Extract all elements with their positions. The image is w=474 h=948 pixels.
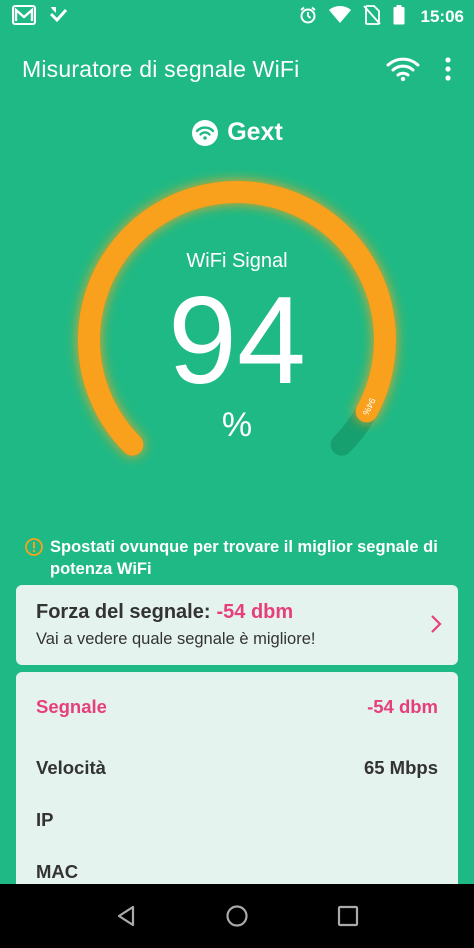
strength-label: Forza del segnale:: [36, 601, 211, 623]
app-title: Misuratore di segnale WiFi: [22, 55, 300, 82]
no-sim-icon: [362, 4, 381, 30]
gauge-label: WiFi Signal: [186, 250, 288, 272]
gauge-unit: %: [221, 406, 253, 444]
strength-title: Forza del segnale: -54 dbm: [36, 601, 438, 624]
detail-row-signal: Segnale -54 dbm: [36, 690, 438, 724]
home-circle-icon: [226, 905, 248, 927]
wifi-circle-icon: [192, 119, 219, 146]
strength-value: -54 dbm: [216, 601, 294, 623]
app-actions: [386, 56, 452, 82]
nav-home-button[interactable]: [212, 891, 262, 941]
detail-label: Velocità: [36, 757, 106, 778]
detail-row-ip: IP: [36, 794, 438, 846]
back-triangle-icon: [117, 905, 134, 927]
check-icon: [48, 5, 68, 30]
detail-row-speed: Velocità 65 Mbps: [36, 742, 438, 794]
status-system: 15:06: [299, 4, 464, 30]
recents-square-icon: [338, 905, 359, 927]
info-icon: [25, 538, 43, 556]
details-card: Segnale -54 dbm Velocità 65 Mbps IP MAC: [16, 672, 458, 902]
signal-strength-card[interactable]: Forza del segnale: -54 dbm Vai a vedere q…: [16, 585, 458, 665]
wifi-icon: [386, 57, 420, 82]
status-notifications: [12, 4, 68, 30]
tip-text: Spostati ovunque per trovare il miglior …: [50, 538, 438, 578]
strength-subtitle: Vai a vedere quale segnale è migliore!: [36, 630, 316, 648]
detail-value: 65 Mbps: [363, 757, 438, 778]
detail-label: Segnale: [36, 696, 107, 717]
nav-back-button[interactable]: [101, 891, 151, 941]
chevron-right-icon: [431, 615, 442, 633]
more-options-button[interactable]: [444, 57, 452, 81]
status-bar: 15:06: [0, 0, 474, 34]
status-time: 15:06: [420, 7, 464, 26]
tip-banner: Spostati ovunque per trovare il miglior …: [24, 536, 454, 580]
detail-value: -54 dbm: [367, 696, 438, 717]
detail-label: IP: [36, 809, 54, 830]
app-bar: Misuratore di segnale WiFi: [0, 44, 474, 94]
wifi-settings-button[interactable]: [386, 56, 420, 82]
more-vert-icon: [445, 57, 451, 81]
signal-gauge: 94% WiFi Signal 94 %: [61, 170, 413, 500]
gmail-icon: [12, 4, 36, 30]
detail-label: MAC: [36, 861, 79, 882]
alarm-icon: [299, 6, 317, 29]
system-nav-bar: [0, 884, 474, 948]
nav-recents-button[interactable]: [323, 891, 373, 941]
network-ssid: Gext: [227, 118, 283, 146]
wifi-icon: [328, 5, 351, 29]
battery-icon: [393, 4, 405, 30]
gauge-value: 94: [168, 272, 306, 410]
network-header: Gext: [0, 118, 474, 147]
